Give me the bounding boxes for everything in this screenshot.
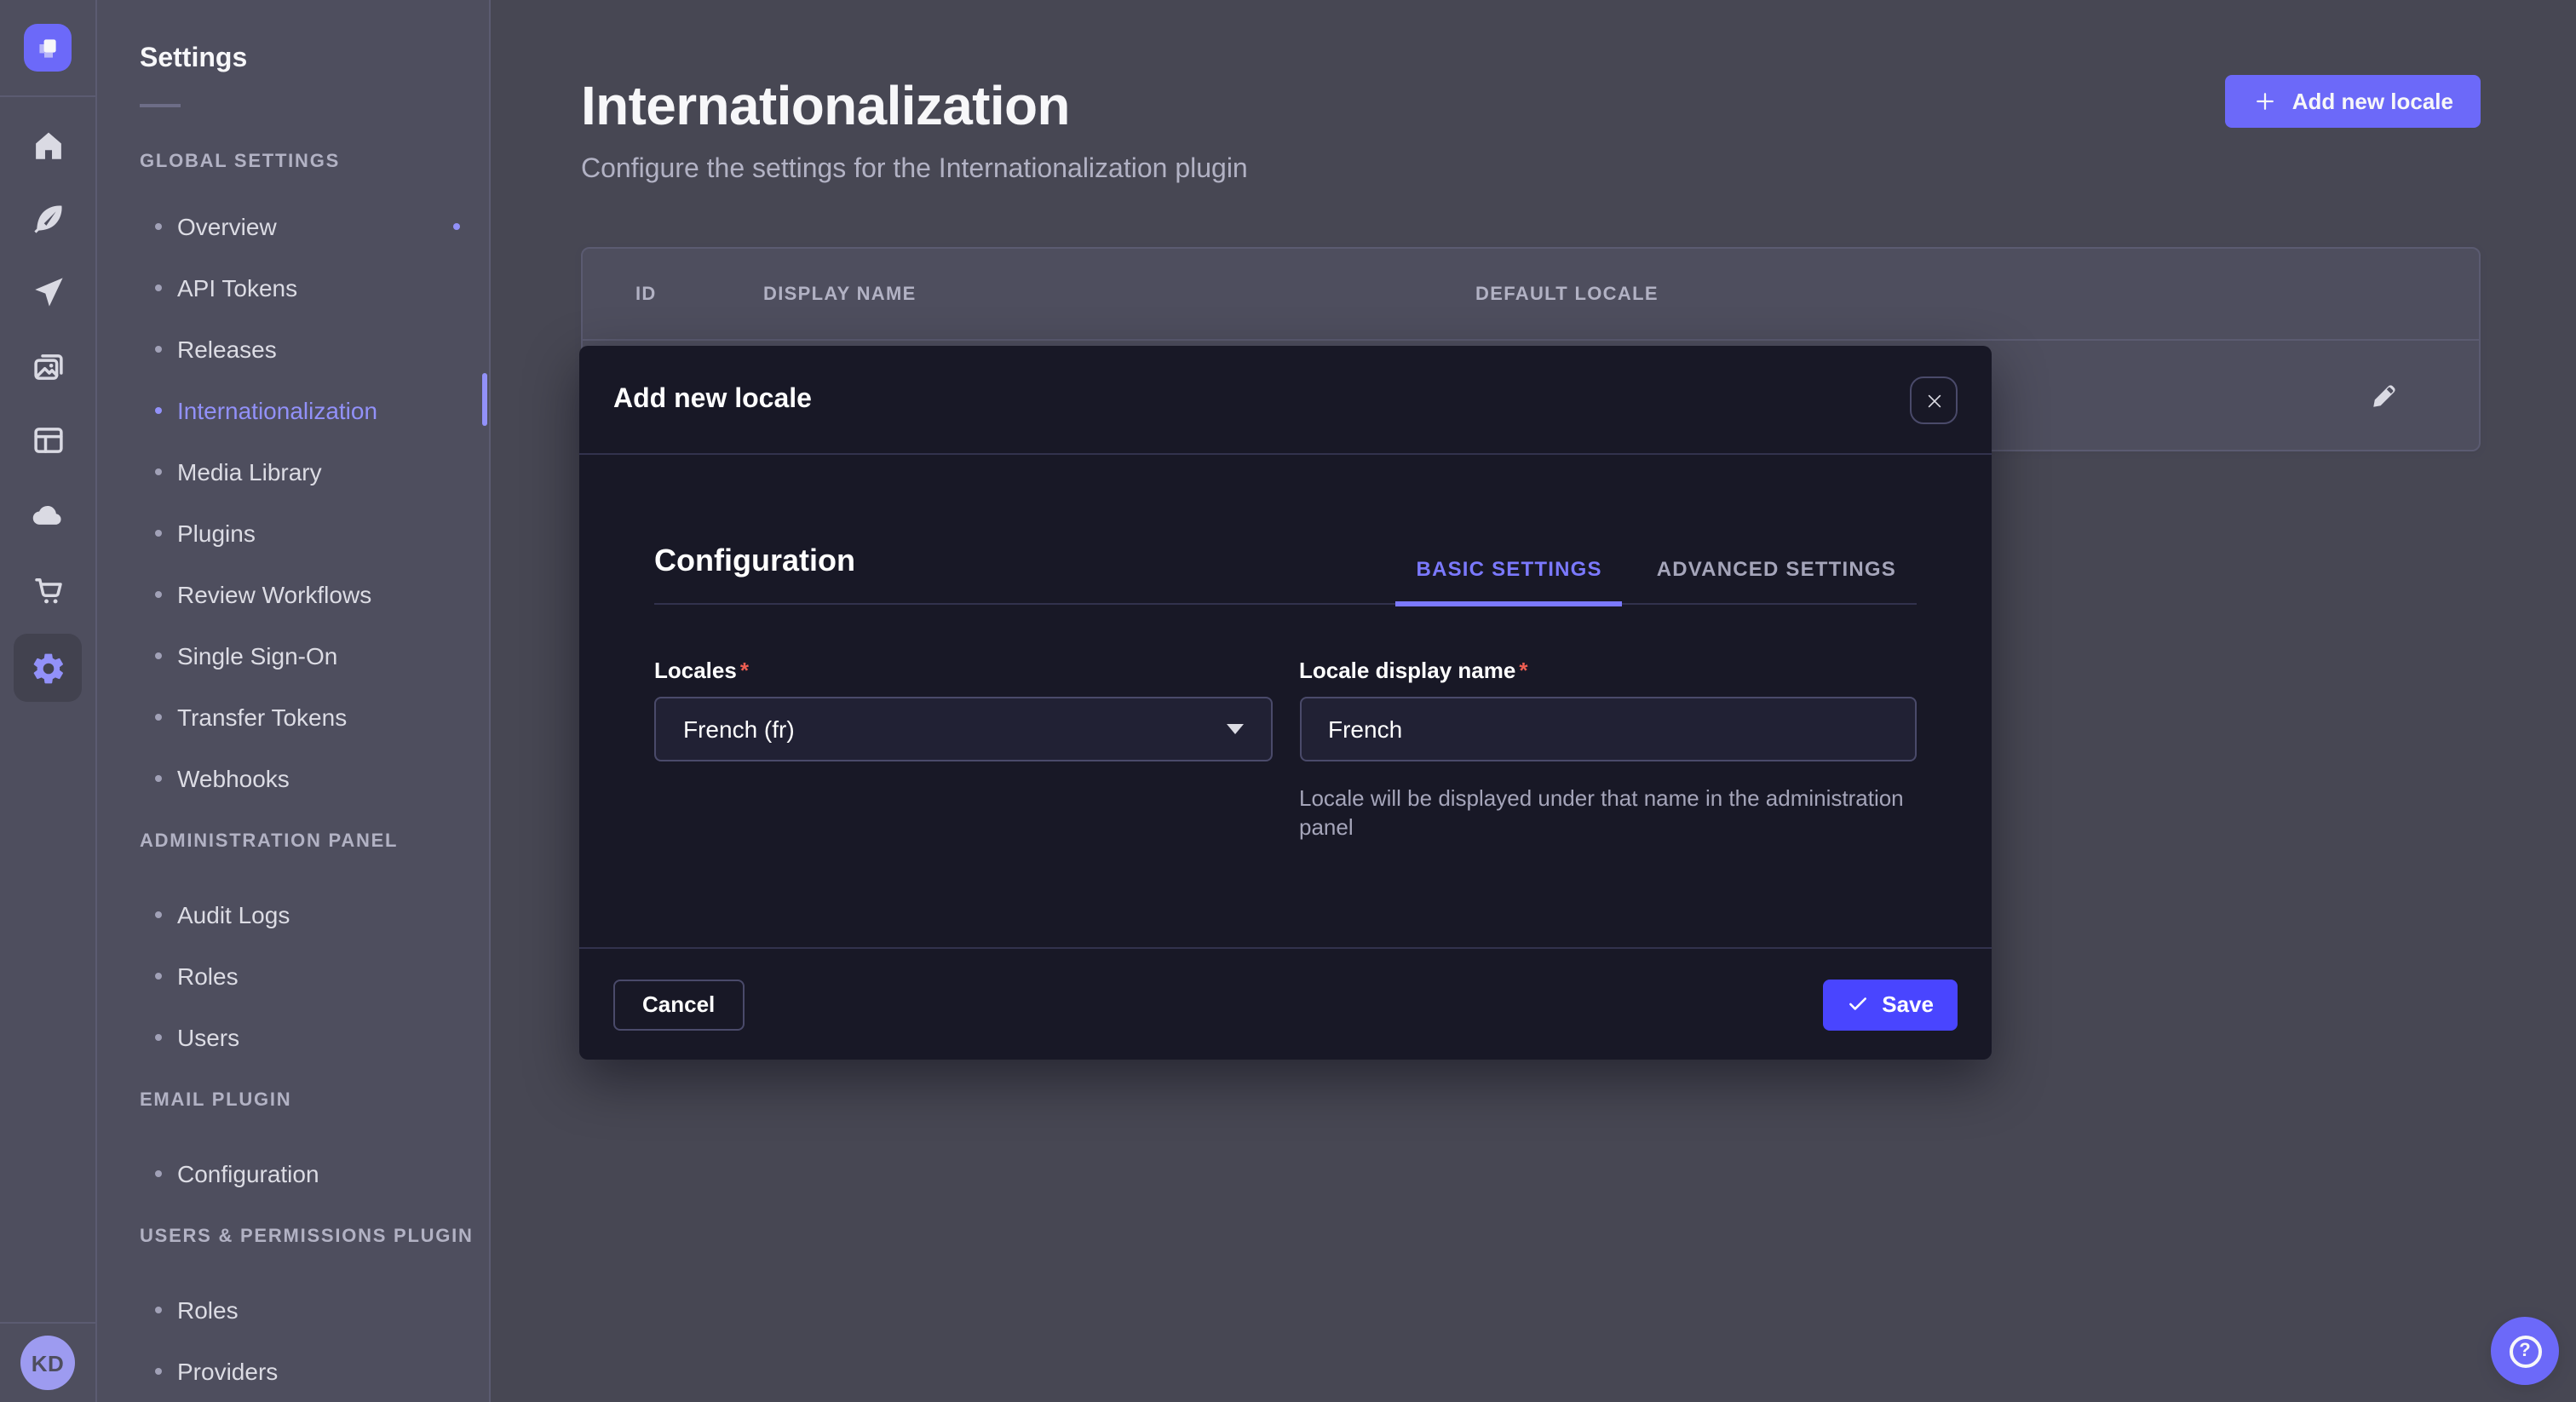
configuration-title: Configuration <box>654 543 855 603</box>
save-button[interactable]: Save <box>1822 979 1958 1030</box>
check-icon <box>1846 993 1868 1015</box>
display-name-label: Locale display name* <box>1299 658 1527 683</box>
required-asterisk: * <box>740 658 749 683</box>
display-name-input[interactable] <box>1299 697 1917 761</box>
close-icon <box>1924 391 1943 410</box>
locales-label: Locales* <box>654 658 749 683</box>
locales-field: Locales* French (fr) <box>654 656 1272 842</box>
save-label: Save <box>1882 991 1934 1017</box>
fields-row: Locales* French (fr) Locale display name… <box>654 656 1917 842</box>
app-window: KD Settings GLOBAL SETTINGS Overview API… <box>0 0 2576 1402</box>
tab-basic-settings[interactable]: BASIC SETTINGS <box>1396 557 1623 606</box>
modal-title: Add new locale <box>613 384 812 415</box>
add-locale-modal: Add new locale Configuration BASIC SETTI… <box>579 346 1992 1060</box>
cancel-button[interactable]: Cancel <box>613 979 744 1030</box>
display-name-hint: Locale will be displayed under that name… <box>1299 784 1917 842</box>
close-modal-button[interactable] <box>1910 376 1958 424</box>
modal-header: Add new locale <box>579 346 1992 455</box>
locales-select[interactable]: French (fr) <box>654 697 1272 761</box>
locales-select-value: French (fr) <box>683 715 795 743</box>
chevron-down-icon <box>1226 724 1243 734</box>
configuration-bar: Configuration BASIC SETTINGS ADVANCED SE… <box>654 543 1917 605</box>
modal-body: Configuration BASIC SETTINGS ADVANCED SE… <box>579 543 1992 842</box>
required-asterisk: * <box>1519 658 1527 683</box>
tab-advanced-settings[interactable]: ADVANCED SETTINGS <box>1636 557 1917 606</box>
display-name-field: Locale display name* Locale will be disp… <box>1299 656 1917 842</box>
modal-footer: Cancel Save <box>579 947 1992 1060</box>
settings-tabs: BASIC SETTINGS ADVANCED SETTINGS <box>1396 557 1917 603</box>
